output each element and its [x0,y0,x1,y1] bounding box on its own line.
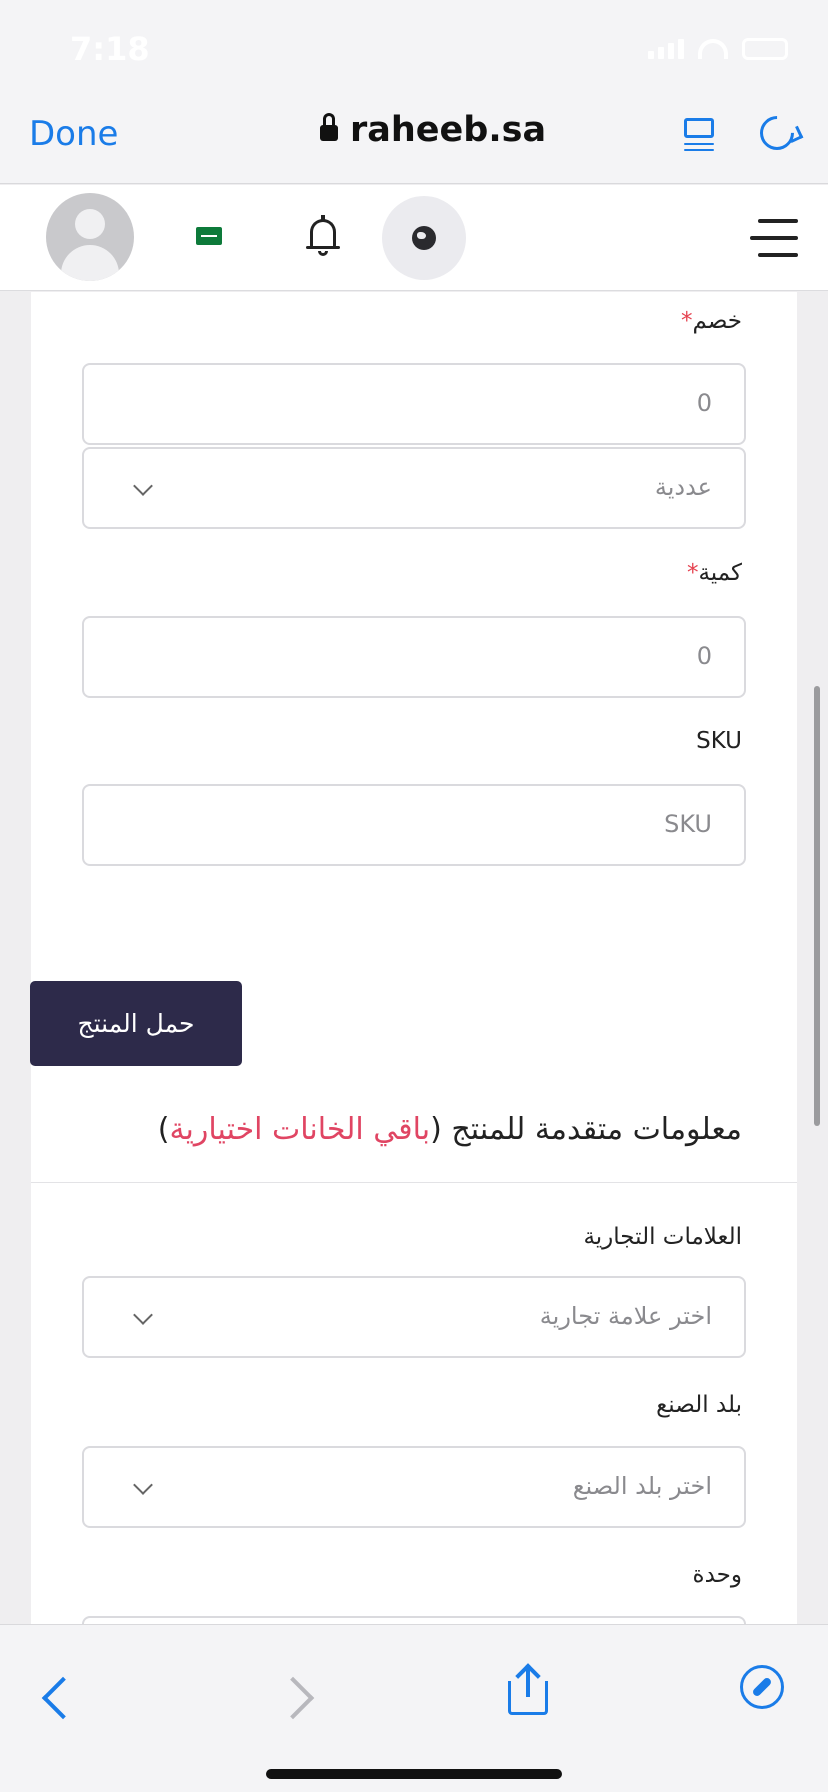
quantity-input[interactable]: 0 [82,616,746,698]
discount-type-select[interactable]: عددية [82,447,746,529]
page-content: خصم* 0 عددية كمية* 0 SKU SKU حمل المنتج … [0,292,828,1624]
reload-icon[interactable] [752,108,802,158]
quantity-label: كمية* [686,560,742,586]
brands-label: العلامات التجارية [583,1224,742,1250]
chevron-down-icon [133,1475,153,1495]
back-icon[interactable] [41,1676,85,1720]
chevron-down-icon [133,476,153,496]
unit-label: وحدة [692,1562,742,1588]
origin-country-select[interactable]: اختر بلد الصنع [82,1446,746,1528]
sku-label: SKU [696,728,742,754]
load-product-button[interactable]: حمل المنتج [30,981,242,1066]
status-icons [648,38,788,60]
share-icon[interactable] [508,1663,548,1715]
status-bar: 7:18 [0,0,828,96]
site-header [0,185,828,291]
wifi-icon [698,39,728,59]
saudi-flag-icon[interactable] [196,227,222,245]
url-text: raheeb.sa [350,110,547,150]
done-button[interactable]: Done [29,114,118,154]
avatar[interactable] [46,193,134,281]
brand-select[interactable]: اختر علامة تجارية [82,1276,746,1358]
lock-icon [320,113,338,143]
compass-icon[interactable] [740,1665,784,1709]
language-button[interactable] [382,196,466,280]
reader-view-icon[interactable] [684,118,716,154]
chevron-down-icon [133,1305,153,1325]
address-bar[interactable]: raheeb.sa [320,110,546,150]
scrollbar[interactable] [814,686,820,1126]
section-title: معلومات متقدمة للمنتج (باقي الخانات اختي… [157,1112,742,1147]
home-indicator [266,1769,562,1779]
discount-input[interactable]: 0 [82,363,746,445]
hamburger-menu-icon[interactable] [750,219,798,257]
status-time: 7:18 [70,30,150,68]
origin-label: بلد الصنع [656,1392,742,1418]
browser-bottom-toolbar [0,1624,828,1792]
globe-icon [412,226,436,250]
battery-icon [742,38,788,60]
section-divider [31,1182,797,1183]
bell-icon[interactable] [306,215,340,257]
browser-toolbar: Done raheeb.sa [0,96,828,184]
forward-icon[interactable] [271,1676,315,1720]
unit-select[interactable] [82,1616,746,1624]
discount-label: خصم* [681,308,742,334]
signal-icon [648,39,684,59]
sku-input[interactable]: SKU [82,784,746,866]
